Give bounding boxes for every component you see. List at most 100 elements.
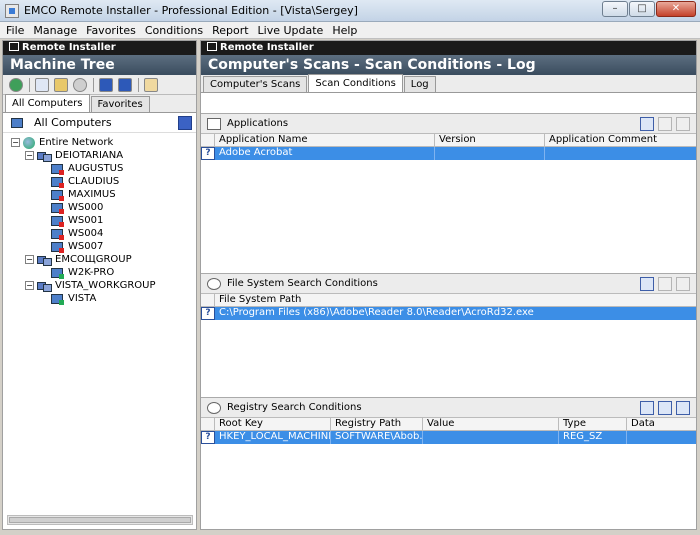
network-icon[interactable] [9, 77, 23, 92]
menu-manage[interactable]: Manage [33, 24, 77, 37]
tree-node-group[interactable]: − EMCOЩGROUP [3, 253, 196, 266]
computer-offline-icon [51, 215, 64, 227]
save-icon[interactable] [99, 77, 113, 92]
column-header[interactable]: Value [423, 418, 559, 430]
left-banner: Remote Installer [3, 41, 196, 55]
table-cell [545, 147, 694, 160]
minimize-button[interactable]: – [602, 1, 628, 17]
collapse-icon[interactable]: − [11, 138, 20, 147]
tree-node-entire-network[interactable]: − Entire Network [3, 136, 196, 149]
all-computers-header: All Computers [3, 113, 196, 133]
computer-offline-icon [51, 202, 64, 214]
search-icon[interactable] [35, 77, 49, 92]
table-cell: C:\Program Files (x86)\Adobe\Reader 8.0\… [219, 307, 534, 318]
delete-condition-icon [676, 277, 690, 291]
tree-node-label: CLAUDIUS [68, 176, 120, 187]
tab-scan-conditions[interactable]: Scan Conditions [308, 74, 403, 92]
remote-installer-logo-icon [207, 42, 217, 51]
collapse-icon[interactable]: − [25, 281, 34, 290]
tree-node-label: VISTA_WORKGROUP [55, 280, 156, 291]
menu-help[interactable]: Help [332, 24, 357, 37]
applications-header: Applications [201, 114, 696, 134]
tree-node-machine[interactable]: WS004 [3, 227, 196, 240]
column-header[interactable]: Registry Path [331, 418, 423, 430]
magnifier-icon [207, 277, 221, 290]
window-controls: – □ ✕ [601, 1, 696, 17]
column-header[interactable]: File System Path [215, 294, 694, 306]
table-row[interactable]: ? HKEY_LOCAL_MACHINE SOFTWARE\Abob... RE… [201, 431, 696, 444]
tab-computers-scans[interactable]: Computer's Scans [203, 76, 308, 92]
table-row[interactable]: ? Adobe Acrobat [201, 147, 696, 160]
menu-live-update[interactable]: Live Update [258, 24, 324, 37]
tree-node-group[interactable]: − VISTA_WORKGROUP [3, 279, 196, 292]
app-icon [5, 4, 19, 18]
table-row[interactable]: ? C:\Program Files (x86)\Adobe\Reader 8.… [201, 307, 696, 320]
table-cell [423, 431, 559, 444]
tree-node-label: EMCOЩGROUP [55, 254, 132, 265]
column-header[interactable]: Data [627, 418, 694, 430]
tab-log[interactable]: Log [403, 76, 436, 92]
add-condition-icon[interactable] [640, 277, 654, 291]
add-application-icon[interactable] [640, 117, 654, 131]
right-banner: Remote Installer [201, 41, 696, 55]
column-header[interactable]: Type [559, 418, 627, 430]
tree-node-machine[interactable]: WS007 [3, 240, 196, 253]
collapse-icon[interactable]: − [25, 151, 34, 160]
registry-header: Registry Search Conditions [201, 398, 696, 418]
registry-title: Registry Search Conditions [227, 402, 362, 413]
tree-node-label: WS007 [68, 241, 104, 252]
left-pane-title: Machine Tree [3, 55, 196, 75]
column-header[interactable]: Version [435, 134, 545, 146]
tree-node-group[interactable]: − DEIOTARIANA [3, 149, 196, 162]
table-cell: SOFTWARE\Abob... [331, 431, 423, 444]
computer-offline-icon [51, 163, 64, 175]
computer-offline-icon [51, 176, 64, 188]
right-tabs: Computer's Scans Scan Conditions Log [201, 74, 696, 93]
scrollbar-thumb[interactable] [9, 517, 191, 523]
delete-registry-condition-icon[interactable] [676, 401, 690, 415]
tree-node-machine[interactable]: W2K-PRO [3, 266, 196, 279]
refresh-tree-icon[interactable] [178, 116, 192, 130]
file-system-header: File System Search Conditions [201, 274, 696, 294]
column-header[interactable]: Application Comment [545, 134, 694, 146]
tree-node-machine[interactable]: MAXIMUS [3, 188, 196, 201]
collapse-icon[interactable]: − [25, 255, 34, 264]
unknown-status-icon: ? [201, 147, 215, 160]
properties-icon[interactable] [144, 77, 158, 92]
menu-file[interactable]: File [6, 24, 24, 37]
applications-column-headers: Application Name Version Application Com… [201, 134, 696, 147]
tree-node-label: AUGUSTUS [68, 163, 124, 174]
left-banner-text: Remote Installer [22, 42, 116, 53]
tab-favorites[interactable]: Favorites [90, 96, 150, 112]
stop-icon[interactable] [73, 77, 87, 92]
remote-installer-logo-icon [9, 42, 19, 51]
applications-actions [636, 117, 690, 131]
add-registry-condition-icon[interactable] [640, 401, 654, 415]
column-header[interactable]: Root Key [215, 418, 331, 430]
column-header[interactable]: Application Name [215, 134, 435, 146]
workgroup-icon [37, 280, 52, 292]
maximize-button[interactable]: □ [629, 1, 655, 17]
save-as-icon[interactable] [118, 77, 132, 92]
row-gutter [201, 418, 215, 430]
row-gutter [201, 294, 215, 306]
edit-registry-condition-icon[interactable] [658, 401, 672, 415]
computer-online-icon [51, 293, 64, 305]
tree-node-machine[interactable]: CLAUDIUS [3, 175, 196, 188]
computer-online-icon [51, 267, 64, 279]
tree-node-machine[interactable]: VISTA [3, 292, 196, 305]
menu-favorites[interactable]: Favorites [86, 24, 136, 37]
toolbar-separator [93, 77, 94, 92]
file-system-section: File System Search Conditions File Syste… [201, 273, 696, 395]
applications-section: Applications Application Name Version Ap… [201, 113, 696, 271]
left-horizontal-scrollbar[interactable] [7, 515, 193, 525]
magnifier-icon [207, 401, 221, 414]
tab-all-computers[interactable]: All Computers [5, 94, 90, 112]
tree-node-machine[interactable]: AUGUSTUS [3, 162, 196, 175]
scan-icon[interactable] [54, 77, 68, 92]
tree-node-machine[interactable]: WS000 [3, 201, 196, 214]
menu-report[interactable]: Report [212, 24, 248, 37]
tree-node-machine[interactable]: WS001 [3, 214, 196, 227]
menu-conditions[interactable]: Conditions [145, 24, 203, 37]
close-button[interactable]: ✕ [656, 1, 696, 17]
